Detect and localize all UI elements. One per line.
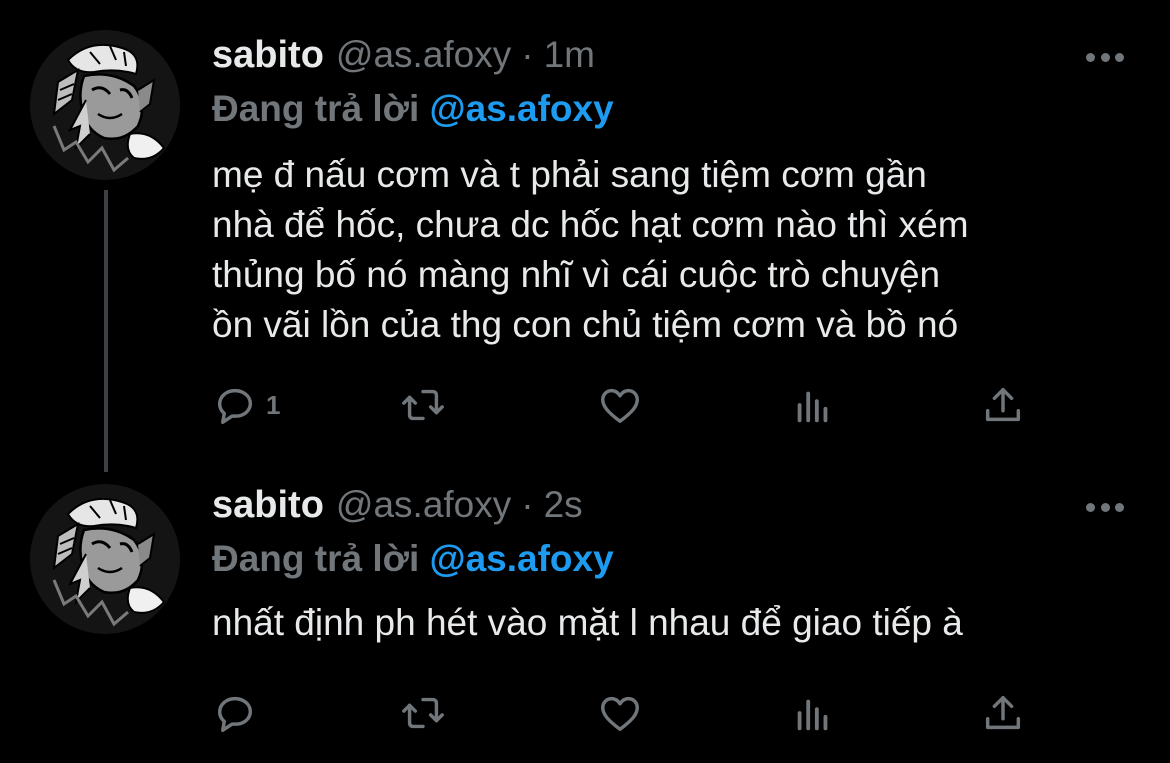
replying-to: Đang trả lời @as.afoxy <box>212 88 614 130</box>
retweet-button[interactable] <box>400 688 446 738</box>
share-icon <box>985 387 1021 422</box>
reply-count: 1 <box>266 389 281 420</box>
reply-prefix: Đang trả lời <box>212 538 420 579</box>
tweet[interactable]: sabito @as.afoxy · 1m Đang trả lời @as.a… <box>0 0 1170 470</box>
views-icon <box>797 391 828 423</box>
reply-prefix: Đang trả lời <box>212 88 420 129</box>
replying-to: Đang trả lời @as.afoxy <box>212 538 614 580</box>
separator-dot: · <box>521 34 534 75</box>
reply-mention-link[interactable]: @as.afoxy <box>430 538 614 579</box>
more-icon[interactable] <box>1086 500 1124 514</box>
retweet-icon <box>402 697 444 729</box>
views-icon <box>797 699 828 731</box>
user-handle[interactable]: @as.afoxy <box>336 484 511 526</box>
avatar[interactable] <box>30 484 180 634</box>
like-button[interactable] <box>597 688 643 738</box>
tweet-text: mẹ đ nấu cơm và t phải sang tiệm cơm gần… <box>212 154 969 345</box>
display-name[interactable]: sabito <box>212 484 324 527</box>
user-handle[interactable]: @as.afoxy <box>336 34 511 76</box>
tweet-text: nhất định ph hét vào mặt l nhau để giao … <box>212 602 963 643</box>
timestamp[interactable]: 1m <box>544 34 595 76</box>
reply-button[interactable]: 1 <box>212 380 280 430</box>
heart-icon <box>601 388 639 424</box>
timestamp[interactable]: 2s <box>544 484 583 526</box>
comment-icon <box>217 388 253 424</box>
share-icon <box>985 695 1021 730</box>
tweet[interactable]: sabito @as.afoxy · 2s Đang trả lời @as.a… <box>0 470 1170 763</box>
heart-icon <box>601 696 639 732</box>
share-button[interactable] <box>980 380 1026 430</box>
like-button[interactable] <box>597 380 643 430</box>
reply-mention-link[interactable]: @as.afoxy <box>430 88 614 129</box>
share-button[interactable] <box>980 688 1026 738</box>
comment-icon <box>217 696 253 732</box>
retweet-button[interactable] <box>400 380 446 430</box>
views-button[interactable] <box>790 688 836 738</box>
more-icon[interactable] <box>1086 50 1124 64</box>
views-button[interactable] <box>790 380 836 430</box>
thread-view: sabito @as.afoxy · 1m Đang trả lời @as.a… <box>0 0 1170 763</box>
display-name[interactable]: sabito <box>212 34 324 77</box>
tweet-header: sabito @as.afoxy · 2s <box>212 484 583 534</box>
separator-dot: · <box>521 484 534 525</box>
avatar[interactable] <box>30 30 180 180</box>
tweet-header: sabito @as.afoxy · 1m <box>212 34 595 84</box>
tweet-actions <box>212 688 1042 738</box>
reply-button[interactable] <box>212 688 266 738</box>
tweet-actions: 1 <box>212 380 1042 430</box>
retweet-icon <box>402 389 444 421</box>
